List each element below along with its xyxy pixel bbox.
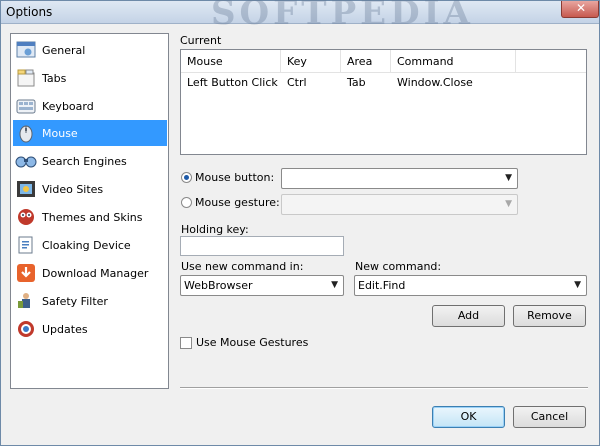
video-sites-icon	[15, 178, 37, 200]
options-window: Options SOFTPEDIA ✕ General Tabs Keyboar…	[0, 0, 600, 446]
download-icon	[15, 262, 37, 284]
close-button[interactable]: ✕	[561, 1, 599, 18]
sidebar-item-label: Safety Filter	[42, 294, 108, 308]
column-header-command[interactable]: Command	[391, 50, 516, 73]
close-icon: ✕	[576, 1, 587, 15]
search-engines-icon	[15, 150, 37, 172]
chevron-down-icon: ▼	[574, 280, 581, 290]
mouse-button-label: Mouse button:	[195, 171, 275, 184]
use-mouse-gestures-checkbox[interactable]	[180, 337, 192, 349]
holding-key-input[interactable]	[180, 236, 344, 256]
use-new-command-in-label: Use new command in:	[181, 260, 304, 273]
column-header-key[interactable]: Key	[281, 50, 341, 73]
tabs-icon	[15, 67, 37, 89]
cancel-button[interactable]: Cancel	[513, 406, 586, 428]
remove-button[interactable]: Remove	[513, 305, 586, 327]
sidebar-item-keyboard[interactable]: Keyboard	[13, 93, 167, 119]
category-sidebar: General Tabs Keyboard Mouse Search Engin…	[10, 33, 169, 389]
use-new-command-in-select[interactable]: WebBrowser ▼	[180, 275, 344, 296]
mouse-button-select[interactable]: ▼	[281, 168, 518, 189]
sidebar-item-themes-and-skins[interactable]: Themes and Skins	[13, 204, 167, 230]
mouse-icon	[15, 122, 37, 144]
sidebar-item-search-engines[interactable]: Search Engines	[13, 148, 167, 174]
sidebar-item-label: Updates	[42, 322, 88, 336]
cell-command: Window.Close	[397, 76, 473, 89]
cell-area: Tab	[347, 76, 366, 89]
use-mouse-gestures-label: Use Mouse Gestures	[196, 336, 309, 349]
mouse-gesture-label: Mouse gesture:	[195, 196, 280, 209]
ok-button[interactable]: OK	[432, 406, 505, 428]
sidebar-item-video-sites[interactable]: Video Sites	[13, 176, 167, 202]
keyboard-icon	[15, 95, 37, 117]
sidebar-item-label: Keyboard	[42, 99, 94, 113]
sidebar-item-label: Video Sites	[42, 182, 104, 196]
chevron-down-icon: ▼	[505, 173, 512, 183]
themes-icon	[15, 206, 37, 228]
current-label: Current	[180, 34, 222, 47]
updates-icon	[15, 318, 37, 340]
separator	[180, 387, 588, 389]
new-command-label: New command:	[355, 260, 442, 273]
sidebar-item-cloaking-device[interactable]: Cloaking Device	[13, 232, 167, 258]
sidebar-item-tabs[interactable]: Tabs	[13, 65, 167, 91]
sidebar-item-download-manager[interactable]: Download Manager	[13, 260, 167, 286]
chevron-down-icon: ▼	[505, 199, 512, 209]
sidebar-item-label: Cloaking Device	[42, 238, 131, 252]
mouse-gesture-radio[interactable]	[181, 197, 192, 208]
sidebar-item-label: Search Engines	[42, 154, 127, 168]
mouse-gesture-select[interactable]: ▼	[281, 194, 518, 215]
sidebar-item-label: Themes and Skins	[42, 210, 143, 224]
sidebar-item-label: Mouse	[42, 126, 78, 140]
sidebar-item-safety-filter[interactable]: Safety Filter	[13, 288, 167, 314]
new-command-select[interactable]: Edit.Find ▼	[354, 275, 587, 296]
mouse-button-radio[interactable]	[181, 172, 192, 183]
title-bar[interactable]: Options SOFTPEDIA ✕	[1, 0, 599, 33]
add-button[interactable]: Add	[432, 305, 505, 327]
window-title: Options	[6, 5, 53, 19]
current-bindings-list[interactable]: Mouse Key Area Command Left Button Click…	[180, 49, 587, 155]
softpedia-watermark: SOFTPEDIA	[211, 0, 474, 33]
general-icon	[15, 39, 37, 61]
sidebar-item-label: Tabs	[42, 71, 67, 85]
sidebar-item-label: General	[42, 43, 86, 57]
new-command-value: Edit.Find	[358, 279, 406, 292]
column-header-area[interactable]: Area	[341, 50, 391, 73]
holding-key-label: Holding key:	[181, 223, 249, 236]
column-header-filler	[516, 50, 586, 73]
cell-mouse: Left Button Click	[187, 76, 278, 89]
cell-key: Ctrl	[287, 76, 307, 89]
use-new-command-in-value: WebBrowser	[184, 279, 253, 292]
column-header-mouse[interactable]: Mouse	[181, 50, 281, 73]
safety-icon	[15, 290, 37, 312]
sidebar-item-general[interactable]: General	[13, 37, 167, 63]
cloaking-icon	[15, 234, 37, 256]
sidebar-item-label: Download Manager	[42, 266, 149, 280]
sidebar-item-updates[interactable]: Updates	[13, 316, 167, 342]
sidebar-item-mouse[interactable]: Mouse	[13, 120, 167, 146]
chevron-down-icon: ▼	[331, 280, 338, 290]
